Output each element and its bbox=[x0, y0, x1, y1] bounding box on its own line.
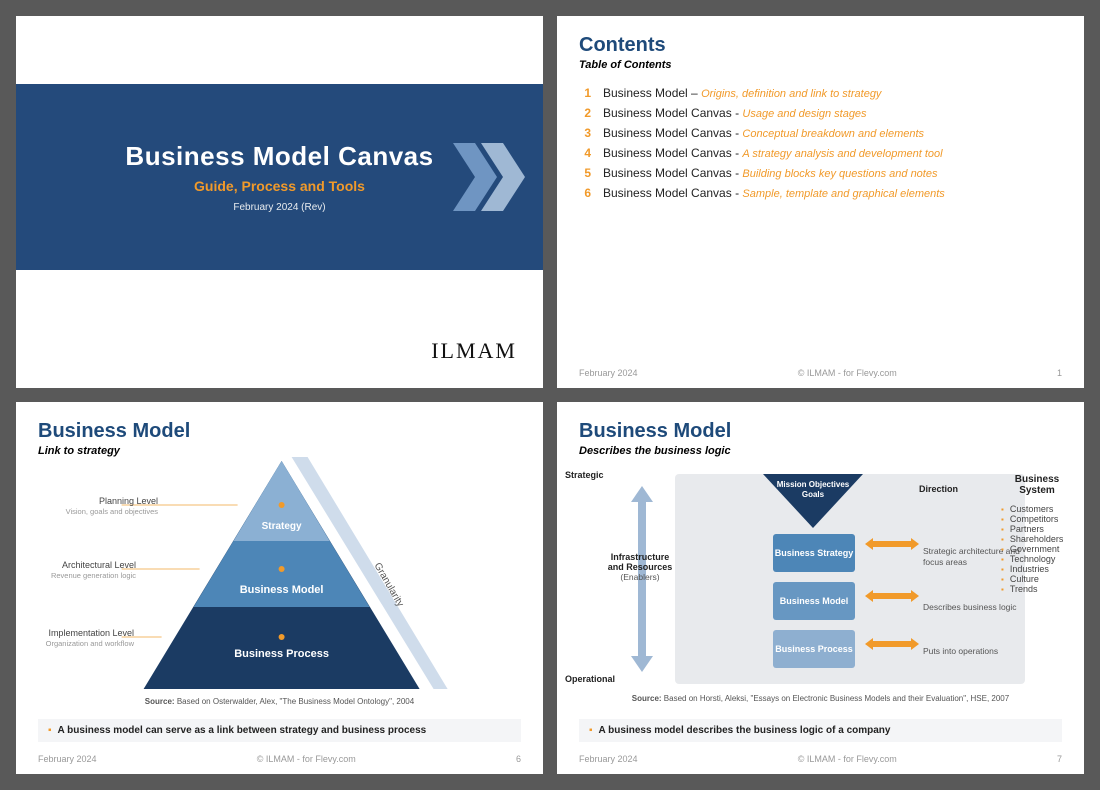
heading: Business Model bbox=[38, 420, 521, 443]
center-panel: Infrastructure and Resources (Enablers) … bbox=[675, 474, 1025, 684]
footer-page: 7 bbox=[1057, 754, 1062, 764]
contents-sub: Table of Contents bbox=[579, 59, 1062, 71]
footer-page: 6 bbox=[516, 754, 521, 764]
title-date: February 2024 (Rev) bbox=[233, 202, 325, 213]
toc-item: 5Business Model Canvas - Building blocks… bbox=[579, 163, 1062, 183]
label-strategic: Strategic bbox=[565, 470, 604, 480]
toc-item: 6Business Model Canvas - Sample, templat… bbox=[579, 183, 1062, 203]
footer-mid: © ILMAM - for Flevy.com bbox=[638, 754, 1057, 764]
right-note-3: Puts into operations bbox=[923, 646, 1029, 657]
block-model: Business Model bbox=[773, 582, 855, 620]
contents-heading: Contents bbox=[579, 34, 1062, 57]
toc-item: 1Business Model – Origins, definition an… bbox=[579, 83, 1062, 103]
business-system-list: Customers Competitors Partners Sharehold… bbox=[1001, 504, 1084, 594]
infra-label: Infrastructure and Resources (Enablers) bbox=[607, 552, 673, 582]
title-band: Business Model Canvas Guide, Process and… bbox=[16, 84, 543, 270]
slide-grid: Business Model Canvas Guide, Process and… bbox=[0, 0, 1100, 790]
slide-footer: February 2024 © ILMAM - for Flevy.com 6 bbox=[38, 754, 521, 764]
toc-list: 1Business Model – Origins, definition an… bbox=[579, 83, 1062, 203]
right-note-2: Describes business logic bbox=[923, 602, 1029, 613]
pyramid-level-1: Planning Level Vision, goals and objecti… bbox=[32, 494, 164, 518]
footer-left: February 2024 bbox=[38, 754, 97, 764]
footer-left: February 2024 bbox=[579, 754, 638, 764]
slide-link-strategy: Business Model Link to strategy Strategy… bbox=[16, 402, 543, 774]
label-operational: Operational bbox=[565, 674, 615, 684]
source-line: Source: Source: Based on Osterwalder, Al… bbox=[16, 697, 543, 706]
logo: ILMAM bbox=[431, 338, 517, 364]
footer-mid: © ILMAM - for Flevy.com bbox=[97, 754, 516, 764]
footer-page: 1 bbox=[1057, 368, 1062, 378]
subtitle: Guide, Process and Tools bbox=[194, 178, 365, 194]
chevrons-icon bbox=[453, 143, 525, 211]
toc-item: 2Business Model Canvas - Usage and desig… bbox=[579, 103, 1062, 123]
footer-mid: © ILMAM - for Flevy.com bbox=[638, 368, 1057, 378]
slide-footer: February 2024 © ILMAM - for Flevy.com 1 bbox=[579, 368, 1062, 378]
heading: Business Model bbox=[579, 420, 1062, 443]
toc-item: 3Business Model Canvas - Conceptual brea… bbox=[579, 123, 1062, 143]
svg-text:Strategy: Strategy bbox=[261, 521, 301, 532]
summary-bar: ▪A business model describes the business… bbox=[579, 719, 1062, 742]
direction-label: Direction bbox=[919, 484, 958, 494]
svg-text:Business Model: Business Model bbox=[239, 584, 323, 596]
slide-footer: February 2024 © ILMAM - for Flevy.com 7 bbox=[579, 754, 1062, 764]
slide-business-logic: Business Model Describes the business lo… bbox=[557, 402, 1084, 774]
summary-bar: ▪A business model can serve as a link be… bbox=[38, 719, 521, 742]
block-process: Business Process bbox=[773, 630, 855, 668]
mission-label: Mission Objectives Goals bbox=[773, 480, 853, 530]
block-strategy: Business Strategy bbox=[773, 534, 855, 572]
business-system-title: Business System bbox=[1001, 474, 1073, 496]
subheading: Describes the business logic bbox=[579, 445, 1062, 457]
pyramid-level-2: Architectural Level Revenue generation l… bbox=[16, 558, 142, 582]
slide-contents: Contents Table of Contents 1Business Mod… bbox=[557, 16, 1084, 388]
pyramid-level-3: Implementation Level Organization and wo… bbox=[16, 626, 140, 650]
pyramid-icon: Strategy Business Model Business Process… bbox=[121, 457, 451, 697]
logic-diagram: Strategic Operational Infrastructure and… bbox=[625, 470, 1062, 686]
hz-arrow-icon bbox=[865, 590, 919, 602]
hz-arrow-icon bbox=[865, 638, 919, 650]
footer-left: February 2024 bbox=[579, 368, 638, 378]
subheading: Link to strategy bbox=[38, 445, 521, 457]
source-line: Source: Based on Horsti, Aleksi, "Essays… bbox=[557, 694, 1084, 703]
title: Business Model Canvas bbox=[125, 141, 433, 172]
toc-item: 4Business Model Canvas - A strategy anal… bbox=[579, 143, 1062, 163]
hz-arrow-icon bbox=[865, 538, 919, 550]
svg-text:Business Process: Business Process bbox=[234, 648, 329, 660]
slide-title: Business Model Canvas Guide, Process and… bbox=[16, 16, 543, 388]
